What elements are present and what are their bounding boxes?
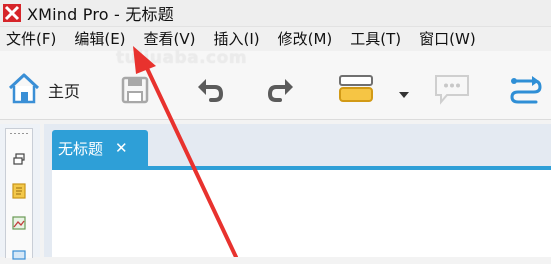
- toolbar: 主页: [0, 51, 551, 120]
- undo-icon: [195, 75, 225, 109]
- save-icon: [120, 75, 150, 109]
- tab-label: 无标题: [58, 139, 104, 158]
- grip-handle[interactable]: [9, 132, 29, 135]
- menu-file[interactable]: 文件(F): [0, 27, 65, 51]
- undo-button[interactable]: [195, 75, 225, 109]
- home-label: 主页: [48, 82, 81, 101]
- window-title: XMind Pro - 无标题: [27, 5, 174, 24]
- notes-icon[interactable]: [12, 183, 26, 199]
- redo-button[interactable]: [266, 75, 296, 109]
- image-icon[interactable]: [12, 215, 26, 230]
- home-button[interactable]: 主页: [6, 71, 80, 109]
- topic-style-button[interactable]: [338, 73, 376, 109]
- menu-tools[interactable]: 工具(T): [341, 27, 410, 51]
- mind-map-canvas[interactable]: [52, 170, 551, 257]
- side-panel: [0, 124, 40, 260]
- menu-modify[interactable]: 修改(M): [269, 27, 342, 51]
- relationship-button[interactable]: [508, 73, 544, 109]
- menu-bar: 文件(F) 编辑(E) 查看(V) 插入(I) 修改(M) 工具(T) 窗口(W…: [0, 26, 551, 52]
- xmind-logo-icon: [3, 4, 21, 22]
- close-icon[interactable]: ✕: [115, 139, 128, 157]
- title-bar: XMind Pro - 无标题: [0, 0, 551, 26]
- restore-icon[interactable]: [12, 151, 26, 165]
- topic-style-icon: [338, 73, 376, 109]
- tab-untitled[interactable]: 无标题 ✕: [52, 130, 148, 166]
- comment-icon: [433, 73, 471, 109]
- menu-window[interactable]: 窗口(W): [410, 27, 485, 51]
- side-toolbar: [5, 128, 33, 260]
- comment-button[interactable]: [433, 73, 471, 109]
- redo-icon: [266, 75, 296, 109]
- relationship-icon: [508, 73, 544, 109]
- topic-style-dropdown[interactable]: [398, 84, 410, 103]
- watermark-text: tuliuaba.com: [116, 48, 248, 68]
- save-button[interactable]: [120, 75, 150, 109]
- dropdown-arrow-icon: [398, 84, 410, 103]
- home-icon: [6, 71, 42, 109]
